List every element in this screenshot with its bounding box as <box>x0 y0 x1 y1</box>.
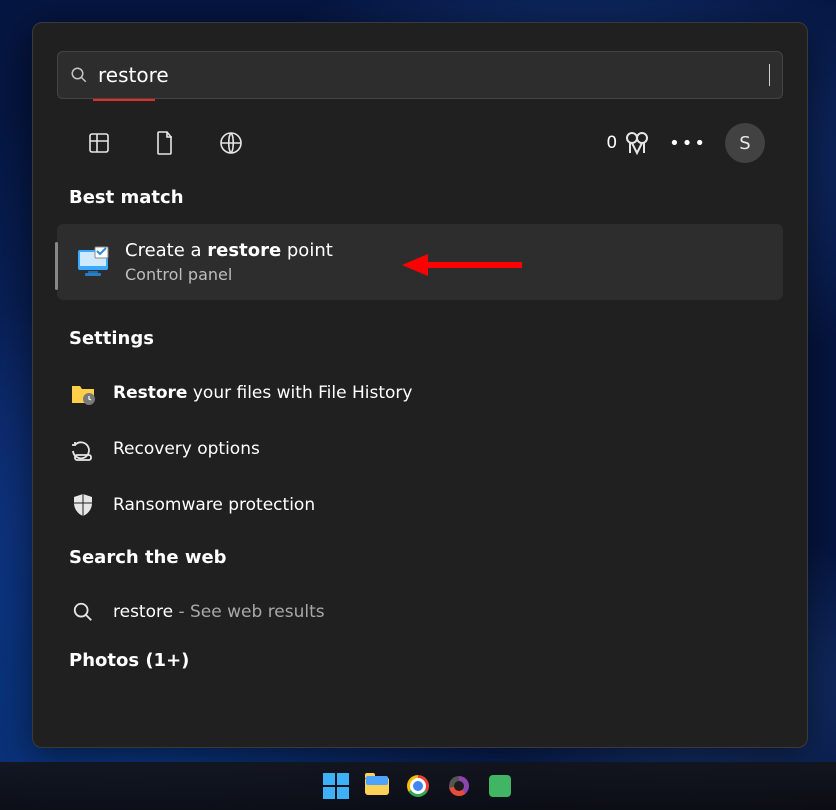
ring-app-icon <box>449 776 469 796</box>
start-search-panel: 0 ••• S Best match Create a restore poin… <box>32 22 808 748</box>
web-result[interactable]: restore - See web results <box>57 584 783 640</box>
spellcheck-underline <box>93 99 155 101</box>
folder-clock-icon <box>69 379 97 407</box>
system-properties-icon <box>75 244 111 280</box>
taskbar-file-explorer[interactable] <box>363 772 391 800</box>
search-filter-toolbar: 0 ••• S <box>57 99 783 185</box>
settings-result-recovery[interactable]: Recovery options <box>57 421 783 477</box>
annotation-arrow <box>402 250 522 280</box>
filter-web-icon[interactable] <box>207 119 255 167</box>
best-match-text: Create a restore point Control panel <box>125 240 333 284</box>
rewards-icon <box>623 131 651 155</box>
taskbar-chrome[interactable] <box>404 772 432 800</box>
search-input[interactable] <box>98 63 773 87</box>
text-caret <box>769 64 770 86</box>
search-box[interactable] <box>57 51 783 99</box>
more-options-button[interactable]: ••• <box>669 133 707 154</box>
search-icon <box>69 598 97 626</box>
recovery-icon <box>69 435 97 463</box>
start-button[interactable] <box>322 772 350 800</box>
best-match-result[interactable]: Create a restore point Control panel <box>57 224 783 300</box>
section-best-match: Best match <box>69 187 783 208</box>
section-settings: Settings <box>69 328 783 349</box>
chrome-icon <box>407 775 429 797</box>
section-search-web: Search the web <box>69 547 783 568</box>
section-photos: Photos (1+) <box>69 650 783 671</box>
settings-result-file-history[interactable]: Restore your files with File History <box>57 365 783 421</box>
taskbar-app-ring[interactable] <box>445 772 473 800</box>
filter-apps-icon[interactable] <box>75 119 123 167</box>
windows-logo-icon <box>323 773 349 799</box>
filter-documents-icon[interactable] <box>141 119 189 167</box>
avatar-letter: S <box>739 133 750 154</box>
rewards-indicator[interactable]: 0 <box>606 131 651 155</box>
settings-result-ransomware[interactable]: Ransomware protection <box>57 477 783 533</box>
taskbar-app-green[interactable] <box>486 772 514 800</box>
taskbar <box>0 762 836 810</box>
file-explorer-icon <box>365 777 389 795</box>
rewards-count: 0 <box>606 133 617 153</box>
search-icon <box>70 66 88 84</box>
green-app-icon <box>489 775 511 797</box>
shield-icon <box>69 491 97 519</box>
user-avatar[interactable]: S <box>725 123 765 163</box>
